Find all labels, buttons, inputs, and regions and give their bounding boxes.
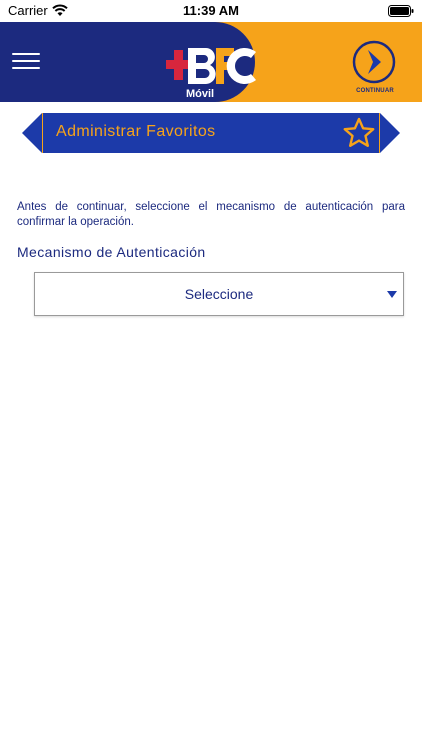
status-time: 11:39 AM — [183, 3, 239, 18]
chevron-right-icon — [368, 50, 381, 74]
banner-left-arrow — [22, 113, 42, 153]
menu-button[interactable] — [12, 48, 40, 74]
continue-label: CONTINUAR — [356, 88, 394, 94]
instructions-text: Antes de continuar, seleccione el mecani… — [17, 201, 405, 228]
hamburger-icon — [12, 53, 40, 55]
app-header: Móvil CONTINUAR — [0, 22, 422, 102]
section-title-banner: Administrar Favoritos — [22, 113, 400, 153]
hamburger-icon-line — [12, 67, 40, 69]
star-icon[interactable] — [342, 116, 376, 150]
page-title: Administrar Favoritos — [56, 123, 216, 140]
status-bar: Carrier 11:39 AM — [0, 0, 422, 22]
hamburger-icon-line — [12, 60, 40, 62]
banner-right-arrow — [380, 113, 400, 153]
auth-mechanism-label: Mecanismo de Autenticación — [17, 244, 206, 260]
caret-down-icon — [387, 291, 397, 298]
select-value: Seleccione — [184, 286, 254, 302]
battery-icon — [388, 5, 414, 17]
continue-button[interactable] — [352, 40, 396, 84]
logo-subtitle: Móvil — [186, 88, 215, 100]
auth-mechanism-select[interactable]: Seleccione — [34, 272, 404, 316]
